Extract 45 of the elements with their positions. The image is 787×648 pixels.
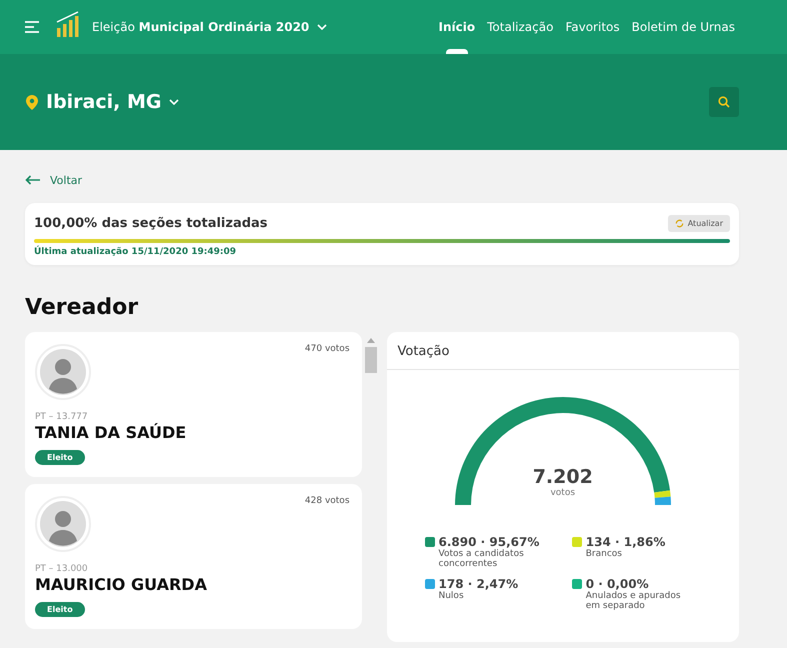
back-link[interactable]: Voltar: [25, 174, 82, 186]
nav-tab[interactable]: Favoritos: [565, 0, 620, 54]
candidate-card[interactable]: 470 votos PT – 13.777 TANIA DA SAÚDE Eleito: [25, 332, 362, 477]
candidate-card[interactable]: 428 votos PT – 13.000 MAURICIO GUARDA Eleito: [25, 484, 362, 629]
nav-tab[interactable]: Boletim de Urnas: [632, 0, 735, 54]
legend-label: Anulados e apurados em separado: [586, 591, 682, 611]
legend-label: Votos a candidatos concorrentes: [438, 549, 525, 569]
party-number: PT – 13.000: [35, 564, 89, 574]
scroll-up-icon: [366, 338, 374, 343]
election-selector[interactable]: Eleição Municipal Ordinária 2020: [92, 20, 328, 34]
search-icon: [718, 96, 730, 108]
refresh-button[interactable]: Atualizar: [668, 215, 730, 232]
legend-label: Brancos: [586, 549, 623, 559]
vote-count: 470 votos: [304, 344, 350, 354]
location-pin-icon: [26, 94, 38, 110]
nav-tab[interactable]: Totalização: [487, 0, 554, 54]
status-badge: Eleito: [35, 450, 85, 465]
legend-figure: 178 · 2,47%: [438, 577, 520, 591]
candidate-name: MAURICIO GUARDA: [35, 575, 208, 594]
location-selector[interactable]: Ibiraci, MG: [26, 91, 180, 113]
status-badge: Eleito: [35, 602, 85, 617]
total-label: votos: [550, 488, 576, 498]
menu-icon[interactable]: [25, 21, 39, 33]
bar-chart-logo-icon: [56, 11, 80, 37]
vote-count: 428 votos: [304, 496, 350, 506]
legend-figure: 0 · 0,00%: [586, 577, 650, 591]
avatar-icon: [35, 344, 91, 400]
last-update-text: Última atualização 15/11/2020 19:49:09: [34, 247, 238, 257]
progress-title: 100,00% das seções totalizadas: [34, 216, 268, 231]
chevron-down-icon: [169, 99, 180, 105]
scrollbar-thumb[interactable]: [364, 347, 376, 373]
avatar-icon: [35, 496, 91, 552]
party-number: PT – 13.777: [35, 412, 89, 422]
candidate-name: TANIA DA SAÚDE: [35, 423, 188, 442]
legend-label: Nulos: [438, 591, 465, 601]
search-button[interactable]: [709, 87, 739, 117]
nav-tab[interactable]: Início: [438, 0, 476, 54]
legend-figure: 134 · 1,86%: [586, 535, 666, 549]
total-votes: 7.202: [532, 466, 593, 488]
arrow-left-icon: [25, 175, 41, 185]
section-title: Vereador: [25, 295, 140, 320]
chevron-down-icon: [317, 24, 328, 30]
refresh-icon: [674, 219, 684, 228]
legend-figure: 6.890 · 95,67%: [438, 535, 540, 549]
card-title: Votação: [398, 344, 450, 359]
